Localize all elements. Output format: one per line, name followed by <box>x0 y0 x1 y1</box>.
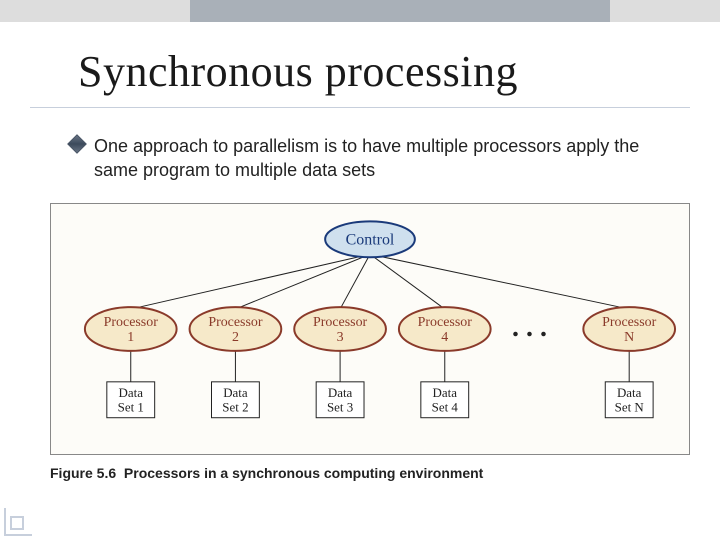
processor-node: Processor 4 <box>399 307 491 351</box>
top-bar <box>0 0 720 22</box>
svg-text:Data: Data <box>119 384 144 399</box>
processor-node: Processor 1 <box>85 307 177 351</box>
processor-node: Processor 3 <box>294 307 386 351</box>
figure-description: Processors in a synchronous computing en… <box>124 465 483 481</box>
processor-node: Processor N <box>583 307 675 351</box>
diagram-frame: Control Processor 1 Processor 2 Processo… <box>50 203 690 455</box>
svg-text:Processor: Processor <box>418 315 473 330</box>
svg-text:Set 4: Set 4 <box>432 399 459 414</box>
control-label: Control <box>346 231 395 248</box>
svg-text:4: 4 <box>441 330 448 345</box>
figure-caption: Figure 5.6 Processors in a synchronous c… <box>50 465 720 481</box>
svg-text:Set 3: Set 3 <box>327 399 353 414</box>
ellipsis: . . . <box>512 312 547 343</box>
svg-text:Set 1: Set 1 <box>118 399 144 414</box>
svg-text:Processor: Processor <box>104 315 159 330</box>
data-set-box: Data Set 3 <box>316 381 364 417</box>
data-set-box: Data Set N <box>605 381 653 417</box>
control-node: Control <box>325 221 415 257</box>
top-bar-accent <box>190 0 610 22</box>
svg-text:Processor: Processor <box>313 315 368 330</box>
svg-text:Data: Data <box>223 384 248 399</box>
corner-decoration <box>4 506 34 536</box>
svg-text:N: N <box>624 330 634 345</box>
svg-text:3: 3 <box>337 330 344 345</box>
slide-title: Synchronous processing <box>78 46 670 97</box>
data-set-box: Data Set 2 <box>211 381 259 417</box>
svg-text:Data: Data <box>328 384 353 399</box>
svg-text:Data: Data <box>617 384 642 399</box>
diamond-bullet-icon <box>67 134 87 154</box>
bullet-text: One approach to parallelism is to have m… <box>94 134 680 183</box>
title-area: Synchronous processing <box>30 22 690 108</box>
svg-text:1: 1 <box>127 330 134 345</box>
svg-text:Processor: Processor <box>602 315 657 330</box>
svg-text:Processor: Processor <box>208 315 263 330</box>
figure-number: Figure 5.6 <box>50 465 116 481</box>
processor-node: Processor 2 <box>190 307 282 351</box>
data-set-box: Data Set 4 <box>421 381 469 417</box>
diagram-svg: Control Processor 1 Processor 2 Processo… <box>51 204 689 454</box>
svg-text:Set N: Set N <box>615 399 645 414</box>
svg-text:Data: Data <box>433 384 458 399</box>
bullet-row: One approach to parallelism is to have m… <box>70 134 680 183</box>
svg-text:2: 2 <box>232 330 239 345</box>
svg-text:Set 2: Set 2 <box>222 399 248 414</box>
data-set-box: Data Set 1 <box>107 381 155 417</box>
